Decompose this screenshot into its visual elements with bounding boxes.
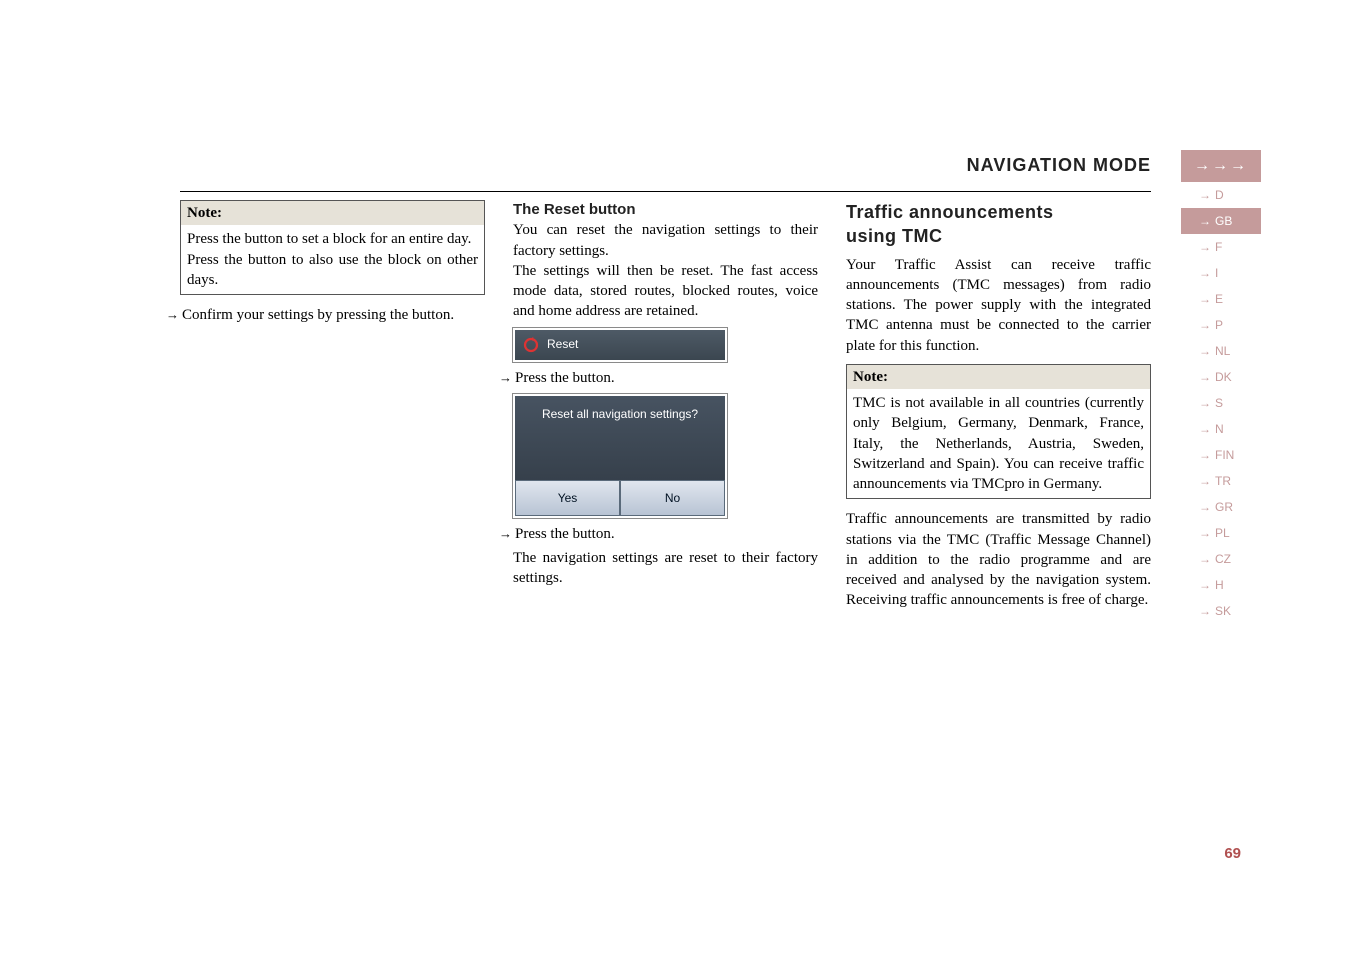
lang-tab-d: →D	[1181, 182, 1261, 208]
arrow-icon: →	[1199, 240, 1211, 254]
column-3: Traffic announcements using TMC Your Tra…	[846, 200, 1151, 611]
lang-tab-n: →N	[1181, 416, 1261, 442]
tmc-note-box: Note: TMC is not available in all countr…	[846, 364, 1151, 500]
press-yes-b: button.	[573, 526, 615, 542]
note-line-2: Press the button to also use the block o…	[187, 250, 478, 291]
confirm-step-a: Confirm your settings by pressing the	[182, 307, 412, 323]
lang-tab-dk: →DK	[1181, 364, 1261, 390]
dialog-message: Reset all navigation settings?	[515, 396, 725, 480]
dialog-yes-button: Yes	[515, 480, 620, 516]
confirm-step-b: button.	[412, 307, 454, 323]
press-reset-a: Press the	[515, 370, 573, 386]
page-header-title: NAVIGATION MODE	[967, 155, 1151, 176]
lang-tab-gr: →GR	[1181, 494, 1261, 520]
reset-p3: The navigation settings are reset to the…	[513, 548, 818, 589]
column-1: Note: Press the button to set a block fo…	[180, 200, 485, 611]
arrow-icon: →	[1199, 188, 1211, 202]
column-2: The Reset button You can reset the navig…	[513, 200, 818, 611]
dialog-no-button: No	[620, 480, 725, 516]
arrow-icon: →	[1199, 578, 1211, 592]
lang-tab-cz: →CZ	[1181, 546, 1261, 572]
lang-tab-e: →E	[1181, 286, 1261, 312]
arrow-icon: →	[1199, 396, 1211, 410]
arrow-icon: →	[1199, 266, 1211, 280]
arrow-icon: →	[1199, 370, 1211, 384]
tmc-heading-2: using TMC	[846, 224, 1151, 248]
note-box: Note: Press the button to set a block fo…	[180, 200, 485, 295]
tmc-note-body: TMC is not available in all countries (c…	[853, 393, 1144, 494]
reset-p2: The settings will then be reset. The fas…	[513, 261, 818, 322]
document-page: NAVIGATION MODE →→→ →D→GB→F→I→E→P→NL→DK→…	[0, 0, 1351, 954]
reset-heading: The Reset button	[513, 200, 818, 220]
arrow-icon: →	[1199, 474, 1211, 488]
lang-tab-f: →F	[1181, 234, 1261, 260]
note-line-1a: Press the	[187, 231, 245, 247]
reset-row-label: Reset	[547, 336, 578, 352]
tmc-note-heading: Note:	[847, 365, 1150, 389]
reset-icon	[521, 335, 541, 355]
content-columns: Note: Press the button to set a block fo…	[180, 200, 1151, 611]
press-reset-step: →Press the button.	[513, 368, 818, 388]
press-yes-a: Press the	[515, 526, 573, 542]
arrow-icon: →	[1199, 422, 1211, 436]
arrow-icon: →	[1199, 448, 1211, 462]
arrow-icon: →	[1199, 318, 1211, 332]
page-number: 69	[1224, 845, 1241, 862]
lang-tab-pl: →PL	[1181, 520, 1261, 546]
confirm-step: →Confirm your settings by pressing the b…	[180, 305, 485, 325]
arrow-icon: →	[1199, 500, 1211, 514]
note-line-2a: Press the	[187, 252, 248, 268]
press-reset-b: button.	[573, 370, 615, 386]
press-yes-step: →Press the button.	[513, 524, 818, 544]
note-line-1b: button to set a block for an entire day.	[245, 231, 472, 247]
lang-tab-p: →P	[1181, 312, 1261, 338]
screenshot-reset-row: Reset	[513, 328, 727, 362]
note-heading: Note:	[181, 201, 484, 225]
lang-tab-fin: →FIN	[1181, 442, 1261, 468]
lang-tab-h: →H	[1181, 572, 1261, 598]
arrow-icon: →	[1199, 214, 1211, 228]
tmc-p2: Traffic announcements are transmitted by…	[846, 509, 1151, 610]
lang-tab-gb: →GB	[1181, 208, 1261, 234]
arrow-icon: →	[1199, 292, 1211, 306]
confirm-dialog: Reset all navigation settings? Yes No	[515, 396, 725, 516]
lang-tab-i: →I	[1181, 260, 1261, 286]
lang-tab-nl: →NL	[1181, 338, 1261, 364]
header-arrow-tab: →→→	[1181, 150, 1261, 182]
arrow-icon: →	[1199, 526, 1211, 540]
header-rule	[180, 191, 1151, 192]
tmc-heading-1: Traffic announcements	[846, 200, 1151, 224]
screenshot-confirm-dialog: Reset all navigation settings? Yes No	[513, 394, 727, 518]
lang-tab-sk: →SK	[1181, 598, 1261, 624]
tmc-p1: Your Traffic Assist can receive traffic …	[846, 255, 1151, 356]
arrow-icon: →	[1199, 604, 1211, 618]
arrow-icon: →	[1199, 344, 1211, 358]
arrow-icon: →	[1199, 552, 1211, 566]
dialog-buttons: Yes No	[515, 480, 725, 516]
language-tabs: →D→GB→F→I→E→P→NL→DK→S→N→FIN→TR→GR→PL→CZ→…	[1181, 182, 1261, 624]
reset-p1: You can reset the navigation settings to…	[513, 220, 818, 261]
reset-row: Reset	[515, 330, 725, 360]
lang-tab-s: →S	[1181, 390, 1261, 416]
note-line-1: Press the button to set a block for an e…	[187, 229, 478, 249]
lang-tab-tr: →TR	[1181, 468, 1261, 494]
